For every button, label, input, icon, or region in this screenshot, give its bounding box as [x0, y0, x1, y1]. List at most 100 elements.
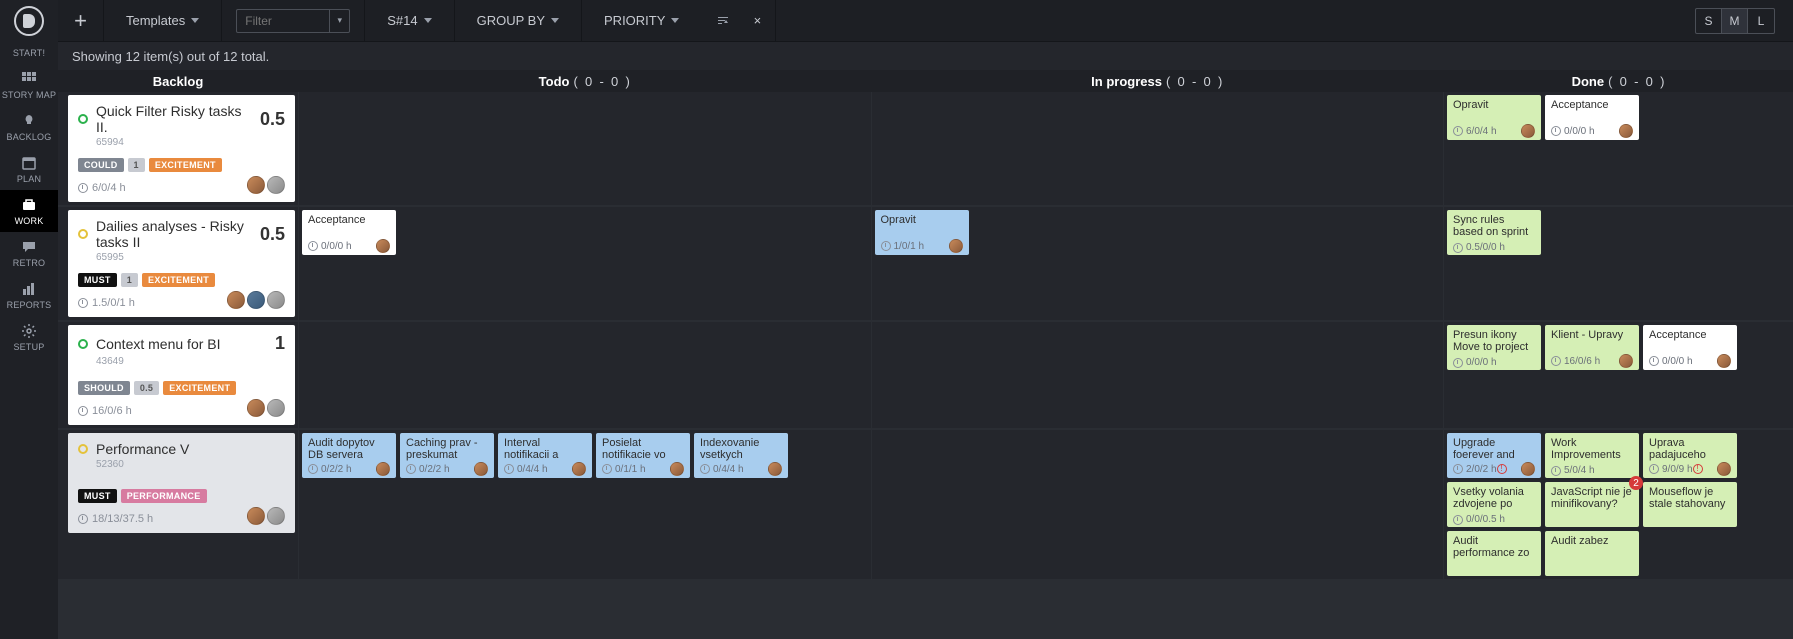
add-button[interactable]: +	[58, 0, 104, 42]
clock-icon	[1551, 356, 1561, 366]
story-card[interactable]: Dailies analyses - Risky tasks II0.56599…	[68, 210, 295, 317]
clock-icon	[1551, 466, 1561, 476]
rail-label: WORK	[15, 216, 44, 226]
task-card[interactable]: Indexovanie vsetkych atributov 0/4/4 h	[694, 433, 788, 478]
clock-icon	[504, 464, 514, 474]
task-card[interactable]: Audit dopytov DB servera0/2/2 h	[302, 433, 396, 478]
col-progress-name: In progress	[1091, 74, 1162, 89]
notification-badge: 2	[1629, 476, 1643, 490]
task-time: 0/1/1 h	[602, 464, 646, 475]
avatar	[1717, 462, 1731, 476]
filter-dropdown[interactable]: ▾	[330, 9, 350, 33]
task-card[interactable]: JavaScript nie je minifikovany?2	[1545, 482, 1639, 527]
cell-progress[interactable]	[871, 92, 1444, 205]
story-title: Dailies analyses - Risky tasks II	[96, 218, 246, 250]
cell-done[interactable]: Presun ikony Move to project0/0/0 hKlien…	[1443, 322, 1793, 428]
status-bullet	[78, 339, 88, 349]
task-card[interactable]: Uprava padajuceho socketu + analyza9/0/9…	[1643, 433, 1737, 478]
avatar	[227, 291, 245, 309]
avatar	[1619, 124, 1633, 138]
clock-icon	[78, 514, 88, 524]
task-card[interactable]: Opravit6/0/4 h	[1447, 95, 1541, 140]
badge-excite: EXCITEMENT	[142, 273, 215, 287]
task-card[interactable]: Acceptance0/0/0 h	[1643, 325, 1737, 370]
avatar	[247, 291, 265, 309]
task-card[interactable]: Sync rules based on sprint due change0.5…	[1447, 210, 1541, 255]
task-time: 0/4/4 h	[504, 464, 548, 475]
cell-todo[interactable]	[298, 92, 871, 205]
priority-dropdown[interactable]: PRIORITY	[582, 0, 701, 42]
avatar	[247, 176, 265, 194]
task-time: 16/0/6 h	[1551, 356, 1600, 367]
clock-icon	[1453, 464, 1463, 474]
cell-todo[interactable]: Audit dopytov DB servera0/2/2 hCaching p…	[298, 430, 871, 579]
sprint-dropdown[interactable]: S#14	[365, 0, 454, 42]
cell-progress[interactable]: Opravit1/0/1 h	[871, 207, 1444, 320]
rail-item-work[interactable]: WORK	[0, 190, 58, 232]
sort-button[interactable]	[701, 0, 739, 42]
task-time: 0/0/0 h	[1453, 357, 1497, 368]
task-title: Indexovanie vsetkych atributov	[700, 437, 782, 461]
task-card[interactable]: Caching prav - preskumat0/2/2 h	[400, 433, 494, 478]
rail-item-plan[interactable]: PLAN	[0, 148, 58, 190]
groupby-dropdown[interactable]: GROUP BY	[455, 0, 582, 42]
badge-perf: PERFORMANCE	[121, 489, 207, 503]
story-card[interactable]: Performance V52360MUSTPERFORMANCE18/13/3…	[68, 433, 295, 533]
cell-progress[interactable]	[871, 322, 1444, 428]
groupby-label: GROUP BY	[477, 13, 545, 28]
cell-done[interactable]: Opravit6/0/4 hAcceptance0/0/0 h	[1443, 92, 1793, 205]
clock-icon	[1453, 358, 1463, 368]
result-count: Showing 12 item(s) out of 12 total.	[58, 42, 1793, 70]
cell-progress[interactable]	[871, 430, 1444, 579]
rail-item-retro[interactable]: RETRO	[0, 232, 58, 274]
cell-done[interactable]: Sync rules based on sprint due change0.5…	[1443, 207, 1793, 320]
cell-done[interactable]: Upgrade foerever and nodejs2/0/2 h!Work …	[1443, 430, 1793, 579]
task-time: 0/4/4 h	[700, 464, 744, 475]
cell-todo[interactable]	[298, 322, 871, 428]
task-title: Acceptance	[1649, 329, 1731, 353]
badge-must: MUST	[78, 489, 117, 503]
cell-todo[interactable]: Acceptance0/0/0 h	[298, 207, 871, 320]
story-time: 18/13/37.5 h	[78, 513, 207, 525]
filter-input[interactable]	[236, 9, 330, 33]
clock-icon	[308, 464, 318, 474]
task-card[interactable]: Upgrade foerever and nodejs2/0/2 h!	[1447, 433, 1541, 478]
rail-item-story-map[interactable]: STORY MAP	[0, 64, 58, 106]
templates-dropdown[interactable]: Templates	[104, 0, 222, 42]
avatar	[572, 462, 586, 476]
clock-icon	[1453, 515, 1463, 525]
task-title: Acceptance	[1551, 99, 1633, 123]
story-time: 1.5/0/1 h	[78, 297, 215, 309]
task-card[interactable]: Acceptance0/0/0 h	[1545, 95, 1639, 140]
task-card[interactable]: Opravit1/0/1 h	[875, 210, 969, 255]
task-card[interactable]: Acceptance0/0/0 h	[302, 210, 396, 255]
task-card[interactable]: Mouseflow je stale stahovany	[1643, 482, 1737, 527]
task-card[interactable]: Posielat notifikacie vo fork0/1/1 h	[596, 433, 690, 478]
task-card[interactable]: Audit zabez	[1545, 531, 1639, 576]
status-bullet	[78, 229, 88, 239]
rail-item-backlog[interactable]: BACKLOG	[0, 106, 58, 148]
story-card[interactable]: Context menu for BI143649SHOULD0.5EXCITE…	[68, 325, 295, 425]
task-card[interactable]: Presun ikony Move to project0/0/0 h	[1447, 325, 1541, 370]
col-done-name: Done	[1572, 74, 1605, 89]
size-m[interactable]: M	[1722, 9, 1748, 33]
rail-start[interactable]: START!	[0, 40, 58, 64]
task-card[interactable]: Audit performance zo servera	[1447, 531, 1541, 576]
rail-item-reports[interactable]: REPORTS	[0, 274, 58, 316]
badge-excite: EXCITEMENT	[163, 381, 236, 395]
task-card[interactable]: Klient - Upravy16/0/6 h	[1545, 325, 1639, 370]
rail-item-setup[interactable]: SETUP	[0, 316, 58, 358]
avatar	[247, 507, 265, 525]
size-l[interactable]: L	[1748, 9, 1774, 33]
story-id: 43649	[96, 356, 285, 367]
rail-label: PLAN	[17, 174, 41, 184]
app-logo[interactable]	[14, 6, 44, 36]
task-card[interactable]: Work Improvements5/0/4 h	[1545, 433, 1639, 478]
close-button[interactable]: ×	[739, 0, 776, 42]
task-card[interactable]: Interval notifikacii a emailov0/4/4 h	[498, 433, 592, 478]
story-card[interactable]: Quick Filter Risky tasks II.0.565994COUL…	[68, 95, 295, 202]
size-s[interactable]: S	[1696, 9, 1722, 33]
task-card[interactable]: Vsetky volania zdvojene po0/0/0.5 h	[1447, 482, 1541, 527]
rail-label: SETUP	[13, 342, 44, 352]
clock-icon	[1649, 356, 1659, 366]
